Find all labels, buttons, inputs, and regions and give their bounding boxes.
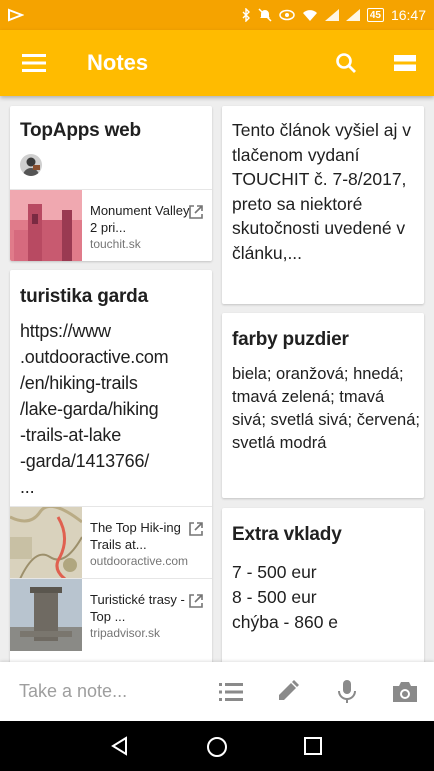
eye-icon xyxy=(279,9,295,21)
note-line: chýba - 860 e xyxy=(232,612,339,632)
search-icon xyxy=(336,53,356,73)
take-note-input[interactable]: Take a note... xyxy=(19,681,127,702)
signal-icon xyxy=(324,9,339,21)
link-preview-tripadvisor[interactable]: Turistické trasy - Top ... tripadvisor.s… xyxy=(10,578,212,651)
note-card-farby-puzdier[interactable]: farby puzdier biela; oranžová; hnedá; tm… xyxy=(222,313,424,498)
status-bar: 45 16:47 xyxy=(0,0,434,30)
back-icon[interactable] xyxy=(110,736,130,756)
link-title: Turistické trasy - Top ... xyxy=(90,592,185,624)
open-link-icon[interactable] xyxy=(188,521,204,537)
list-view-icon xyxy=(394,55,416,71)
recents-icon[interactable] xyxy=(304,737,322,755)
notification-icon xyxy=(8,8,24,22)
note-title: Extra vklady xyxy=(232,524,342,545)
note-body: https://www .outdooractive.com /en/hikin… xyxy=(20,321,169,497)
link-domain: touchit.sk xyxy=(90,237,141,251)
view-toggle-button[interactable] xyxy=(385,43,425,83)
link-preview-monument-valley[interactable]: Monument Valley 2 pri... touchit.sk xyxy=(10,189,212,261)
link-domain: outdooractive.com xyxy=(90,554,189,568)
note-line: 8 - 500 eur xyxy=(232,587,317,607)
bluetooth-icon xyxy=(242,8,250,22)
mute-icon xyxy=(258,8,272,22)
note-body: Tento článok vyšiel aj v tlačenom vydaní… xyxy=(232,120,411,263)
take-note-bar: Take a note... xyxy=(0,662,434,721)
battery-indicator: 45 xyxy=(366,8,384,22)
avatar-icon xyxy=(23,157,40,176)
link-preview-outdooractive[interactable]: The Top Hik-ing Trails at... outdooracti… xyxy=(10,506,212,579)
note-card-topapps[interactable]: TopApps web Monument Valley 2 pri... tou… xyxy=(10,106,212,261)
menu-button[interactable] xyxy=(14,43,54,83)
note-title: TopApps web xyxy=(20,120,141,141)
home-icon[interactable] xyxy=(206,736,228,758)
list-icon[interactable] xyxy=(219,682,243,702)
open-link-icon[interactable] xyxy=(188,204,204,220)
collaborator-avatar xyxy=(20,154,42,176)
link-title: Monument Valley 2 pri... xyxy=(90,203,190,235)
note-card-touchit[interactable]: Tento článok vyšiel aj v tlačenom vydaní… xyxy=(222,106,424,304)
signal-icon-2 xyxy=(345,9,360,21)
note-card-extra-vklady[interactable]: Extra vklady 7 - 500 eur 8 - 500 eur chý… xyxy=(222,508,424,662)
app-bar: Notes xyxy=(0,30,434,96)
hiking-map-thumbnail xyxy=(10,507,82,579)
note-line: 7 - 500 eur xyxy=(232,562,317,582)
app-title: Notes xyxy=(87,50,149,75)
link-title: The Top Hik-ing Trails at... xyxy=(90,520,181,552)
notes-grid: TopApps web Monument Valley 2 pri... tou… xyxy=(0,96,434,662)
camera-icon[interactable] xyxy=(392,681,418,703)
wifi-icon xyxy=(302,9,317,21)
mic-icon[interactable] xyxy=(337,679,357,705)
search-button[interactable] xyxy=(326,43,366,83)
open-link-icon[interactable] xyxy=(188,593,204,609)
hamburger-menu-icon xyxy=(22,54,46,72)
monument-valley-thumbnail xyxy=(10,190,82,261)
note-card-turistika-garda[interactable]: turistika garda https://www .outdooracti… xyxy=(10,270,212,662)
pen-icon[interactable] xyxy=(276,679,300,703)
note-body: biela; oranžová; hnedá; tmavá zelená; tm… xyxy=(232,365,420,452)
clock: 16:47 xyxy=(390,7,426,23)
link-domain: tripadvisor.sk xyxy=(90,626,161,640)
system-nav-bar xyxy=(0,721,434,771)
status-right: 45 16:47 xyxy=(242,7,426,23)
note-title: turistika garda xyxy=(20,286,148,307)
note-title: farby puzdier xyxy=(232,329,349,350)
monument-photo-thumbnail xyxy=(10,579,82,651)
status-left xyxy=(8,8,24,22)
